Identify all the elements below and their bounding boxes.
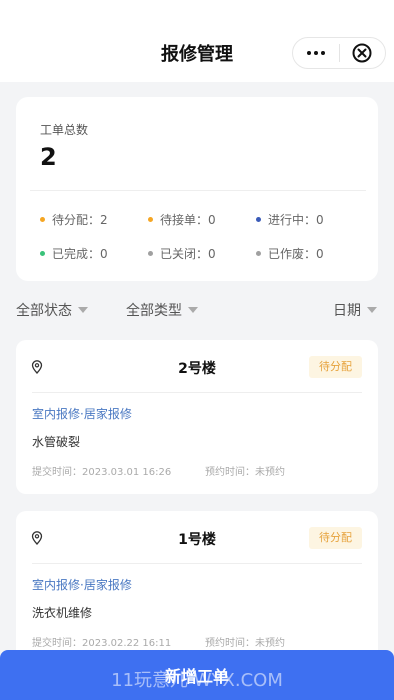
order-description: 洗衣机维修 — [32, 606, 93, 620]
status-dot-icon — [148, 251, 153, 256]
order-category: 室内报修·居家报修 — [32, 407, 132, 421]
stat-voided[interactable]: 已作废：0 — [256, 245, 324, 262]
caret-down-icon — [78, 307, 88, 313]
order-appointment-time: 预约时间：未预约 — [205, 638, 285, 649]
add-work-order-button[interactable]: 新增工单 — [0, 650, 394, 700]
summary-divider — [30, 190, 366, 191]
caret-down-icon — [367, 307, 377, 313]
order-divider — [32, 392, 362, 393]
stat-label: 待分配：2 — [52, 213, 108, 227]
stat-completed[interactable]: 已完成：0 — [40, 245, 108, 262]
stat-label: 进行中：0 — [268, 213, 324, 227]
order-divider — [32, 563, 362, 564]
stat-label: 待接单：0 — [160, 213, 216, 227]
order-category: 室内报修·居家报修 — [32, 578, 132, 592]
order-submit-time: 提交时间：2023.03.01 16:26 — [32, 467, 172, 478]
stat-closed[interactable]: 已关闭：0 — [148, 245, 216, 262]
nav-bar: 报修管理 — [0, 0, 394, 82]
type-filter-label: 全部类型 — [126, 303, 182, 319]
status-filter-dropdown[interactable]: 全部状态 — [16, 300, 88, 320]
summary-card: 工单总数 2 待分配：2 待接单：0 进行中：0 已完成：0 已关闭：0 已作废… — [16, 97, 378, 281]
total-orders-count: 2 — [40, 143, 57, 171]
more-dots-icon — [306, 51, 325, 55]
more-button[interactable] — [293, 38, 339, 68]
status-dot-icon — [256, 251, 261, 256]
total-orders-label: 工单总数 — [40, 123, 89, 137]
order-submit-time: 提交时间：2023.02.22 16:11 — [32, 638, 172, 649]
close-button[interactable] — [339, 38, 385, 68]
order-card[interactable]: 1号楼 待分配 室内报修·居家报修 洗衣机维修 提交时间：2023.02.22 … — [16, 511, 378, 665]
mini-program-capsule — [292, 37, 386, 69]
status-dot-icon — [148, 217, 153, 222]
status-dot-icon — [256, 217, 261, 222]
type-filter-dropdown[interactable]: 全部类型 — [126, 300, 198, 320]
date-filter-dropdown[interactable]: 日期 — [333, 300, 377, 320]
stat-label: 已完成：0 — [52, 247, 108, 261]
status-badge: 待分配 — [309, 356, 362, 378]
close-circle-icon — [352, 43, 372, 63]
order-card[interactable]: 2号楼 待分配 室内报修·居家报修 水管破裂 提交时间：2023.03.01 1… — [16, 340, 378, 494]
stat-label: 已作废：0 — [268, 247, 324, 261]
status-dot-icon — [40, 251, 45, 256]
filter-bar: 全部状态 全部类型 日期 — [0, 300, 394, 324]
date-filter-label: 日期 — [333, 303, 361, 319]
order-description: 水管破裂 — [32, 435, 81, 449]
status-dot-icon — [40, 217, 45, 222]
status-badge: 待分配 — [309, 527, 362, 549]
stat-pending-accept[interactable]: 待接单：0 — [148, 211, 216, 228]
stat-in-progress[interactable]: 进行中：0 — [256, 211, 324, 228]
stat-pending-assign[interactable]: 待分配：2 — [40, 211, 108, 228]
order-appointment-time: 预约时间：未预约 — [205, 467, 285, 478]
stat-label: 已关闭：0 — [160, 247, 216, 261]
status-filter-label: 全部状态 — [16, 303, 72, 319]
caret-down-icon — [188, 307, 198, 313]
